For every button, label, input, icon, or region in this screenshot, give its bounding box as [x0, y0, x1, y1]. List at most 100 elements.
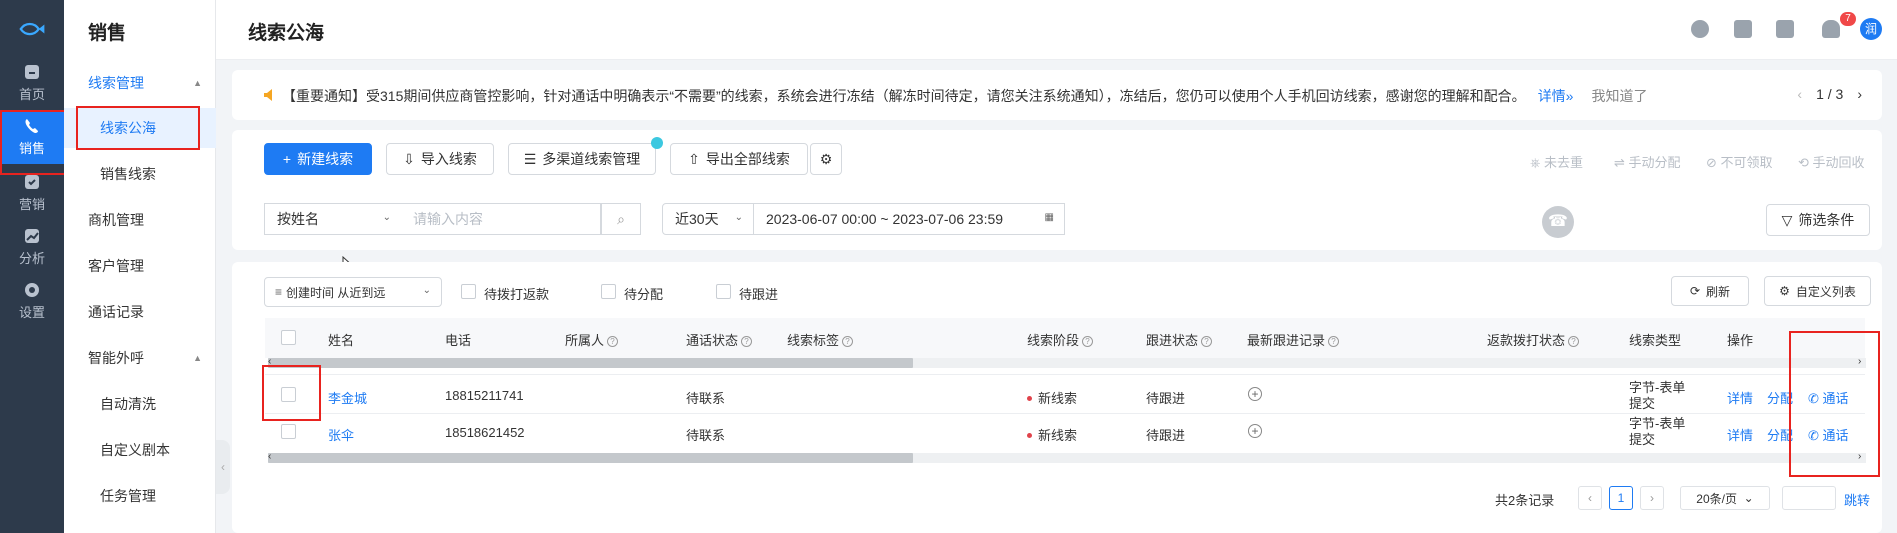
import-leads-button[interactable]: ⇩ 导入线索: [386, 143, 494, 175]
detail-link[interactable]: 详情: [1727, 425, 1753, 444]
rail-label: 设置: [18, 305, 45, 320]
detail-link[interactable]: 详情: [1727, 388, 1753, 407]
lead-phone: 18518621452: [445, 425, 525, 440]
lead-name-link[interactable]: 张伞: [328, 425, 354, 444]
search-button[interactable]: ⌕: [601, 203, 641, 235]
prev-page-button[interactable]: ‹: [1578, 486, 1602, 510]
pending-refund-checkbox[interactable]: [461, 284, 476, 299]
lightbulb-icon[interactable]: [1691, 20, 1709, 38]
import-icon: ⇩: [403, 150, 415, 167]
sort-select[interactable]: ≡ 创建时间 从近到远 ⌄: [264, 277, 442, 307]
col-refund-call-status-label: 返款拨打状态: [1487, 333, 1566, 348]
col-owner: 所属人?: [565, 330, 619, 349]
sidebar-item-customers[interactable]: 客户管理: [64, 246, 216, 286]
manual-recycle-action[interactable]: ⟲ 手动回收: [1798, 152, 1865, 171]
notice-page-indicator: 1 / 3: [1816, 86, 1844, 102]
new-lead-label: 新建线索: [297, 151, 354, 167]
notice-dismiss-link[interactable]: 我知道了: [1591, 88, 1647, 104]
settings-button[interactable]: ⚙: [810, 143, 842, 175]
export-all-button[interactable]: ⇧ 导出全部线索: [670, 143, 808, 175]
floating-phone-icon[interactable]: ☎: [1542, 206, 1574, 238]
new-lead-button[interactable]: + 新建线索: [264, 143, 372, 175]
chevron-right-icon: ›: [1650, 491, 1654, 505]
col-follow-status: 跟进状态?: [1146, 330, 1213, 349]
assign-icon: ⇌: [1614, 155, 1629, 170]
sidebar-item-auto-clean[interactable]: 自动清洗: [64, 384, 216, 424]
row-checkbox[interactable]: [281, 424, 296, 439]
row-divider: [265, 374, 1865, 375]
page-1-button[interactable]: 1: [1609, 486, 1633, 510]
search-input[interactable]: [401, 203, 601, 235]
calendar-icon: ▦: [1044, 212, 1054, 223]
multichannel-label: 多渠道线索管理: [542, 151, 641, 167]
search-type-select[interactable]: 按姓名 ⌄: [264, 203, 402, 235]
sidebar-item-custom-script[interactable]: 自定义剧本: [64, 430, 216, 470]
date-range-picker[interactable]: 2023-06-07 00:00 ~ 2023-07-06 23:59 ▦: [754, 203, 1065, 235]
lead-stage-label: 新线索: [1038, 428, 1078, 443]
col-phone: 电话: [445, 333, 472, 348]
app-logo[interactable]: [0, 5, 64, 55]
filter-conditions-button[interactable]: ▽ 筛选条件: [1766, 204, 1870, 236]
sidebar-item-label: 客户管理: [88, 258, 144, 274]
rail-item-settings[interactable]: 设置: [0, 276, 64, 326]
custom-columns-button[interactable]: ⚙ 自定义列表: [1764, 276, 1871, 306]
sidebar-item-smart-dialer[interactable]: 智能外呼 ▲: [64, 338, 216, 378]
help-icon: ?: [842, 336, 854, 347]
jump-link[interactable]: 跳转: [1844, 490, 1870, 509]
pending-assign-label: 待分配: [624, 287, 664, 302]
sidebar-item-task-management[interactable]: 任务管理: [64, 476, 216, 516]
chevron-up-icon: ▲: [193, 78, 202, 88]
scroll-left-icon[interactable]: ‹: [268, 451, 271, 462]
rail-item-marketing[interactable]: 营销: [0, 168, 64, 218]
export-icon: ⇧: [688, 150, 700, 167]
scrollbar-thumb[interactable]: [268, 453, 913, 463]
home-icon: [25, 65, 39, 79]
notice-detail-link[interactable]: 详情»: [1538, 88, 1574, 104]
task-check-icon[interactable]: [1734, 20, 1752, 38]
help-icon: ?: [741, 336, 753, 347]
export-label: 导出全部线索: [705, 151, 790, 167]
notification-badge: 7: [1840, 12, 1856, 26]
top-horizontal-scrollbar[interactable]: [268, 358, 1866, 368]
manual-assign-action[interactable]: ⇌ 手动分配: [1614, 152, 1681, 171]
chevron-right-icon[interactable]: ›: [1857, 86, 1862, 102]
bottom-horizontal-scrollbar[interactable]: [268, 453, 1866, 463]
add-follow-button[interactable]: +: [1248, 386, 1262, 401]
date-range-value: 2023-06-07 00:00 ~ 2023-07-06 23:59: [766, 211, 1004, 227]
pending-assign-checkbox[interactable]: [601, 284, 616, 299]
add-follow-button[interactable]: +: [1248, 423, 1262, 438]
sidebar-item-call-records[interactable]: 通话记录: [64, 292, 216, 332]
sidebar-item-sales-leads[interactable]: 销售线索: [64, 154, 216, 194]
help-icon: ?: [607, 336, 619, 347]
sidebar-item-opportunities[interactable]: 商机管理: [64, 200, 216, 240]
lead-type: 字节-表单提交: [1629, 416, 1686, 447]
refresh-button[interactable]: ⟳ 刷新: [1671, 276, 1749, 306]
multichannel-button[interactable]: ☰ 多渠道线索管理: [508, 143, 656, 175]
not-claimable-action[interactable]: ⊘ 不可领取: [1706, 152, 1773, 171]
sidebar-collapse-handle[interactable]: ‹: [216, 440, 230, 494]
lead-stage-label: 新线索: [1038, 391, 1078, 406]
chevron-left-icon[interactable]: ‹: [1797, 86, 1802, 102]
next-page-button[interactable]: ›: [1640, 486, 1664, 510]
jump-page-input[interactable]: [1782, 486, 1836, 510]
bell-icon[interactable]: [1822, 20, 1840, 38]
chevron-down-icon: ⌄: [382, 212, 391, 223]
lead-name-link[interactable]: 李金城: [328, 388, 367, 407]
pending-refund-label: 待拨打返款: [484, 287, 550, 302]
select-all-checkbox[interactable]: [281, 330, 296, 345]
rail-item-home[interactable]: 首页: [0, 58, 64, 108]
not-claimable-label: 不可领取: [1720, 155, 1773, 170]
notice-pager: ‹ 1 / 3 ›: [1797, 86, 1862, 102]
page-size-select[interactable]: 20条/页 ⌄: [1680, 486, 1770, 510]
app-switch-icon[interactable]: [1776, 20, 1794, 38]
range-select[interactable]: 近30天 ⌄: [662, 203, 754, 235]
sidebar-item-lead-management[interactable]: 线索管理 ▲: [64, 63, 216, 103]
pending-follow-checkbox[interactable]: [716, 284, 731, 299]
col-lead-tags: 线索标签?: [787, 330, 854, 349]
gear-icon: [25, 283, 39, 297]
rail-item-analysis[interactable]: 分析: [0, 222, 64, 272]
search-input-field[interactable]: [413, 211, 593, 227]
dedupe-action[interactable]: ⎈ 未去重: [1530, 152, 1583, 171]
scrollbar-thumb[interactable]: [268, 358, 913, 368]
avatar[interactable]: 润: [1860, 18, 1882, 40]
